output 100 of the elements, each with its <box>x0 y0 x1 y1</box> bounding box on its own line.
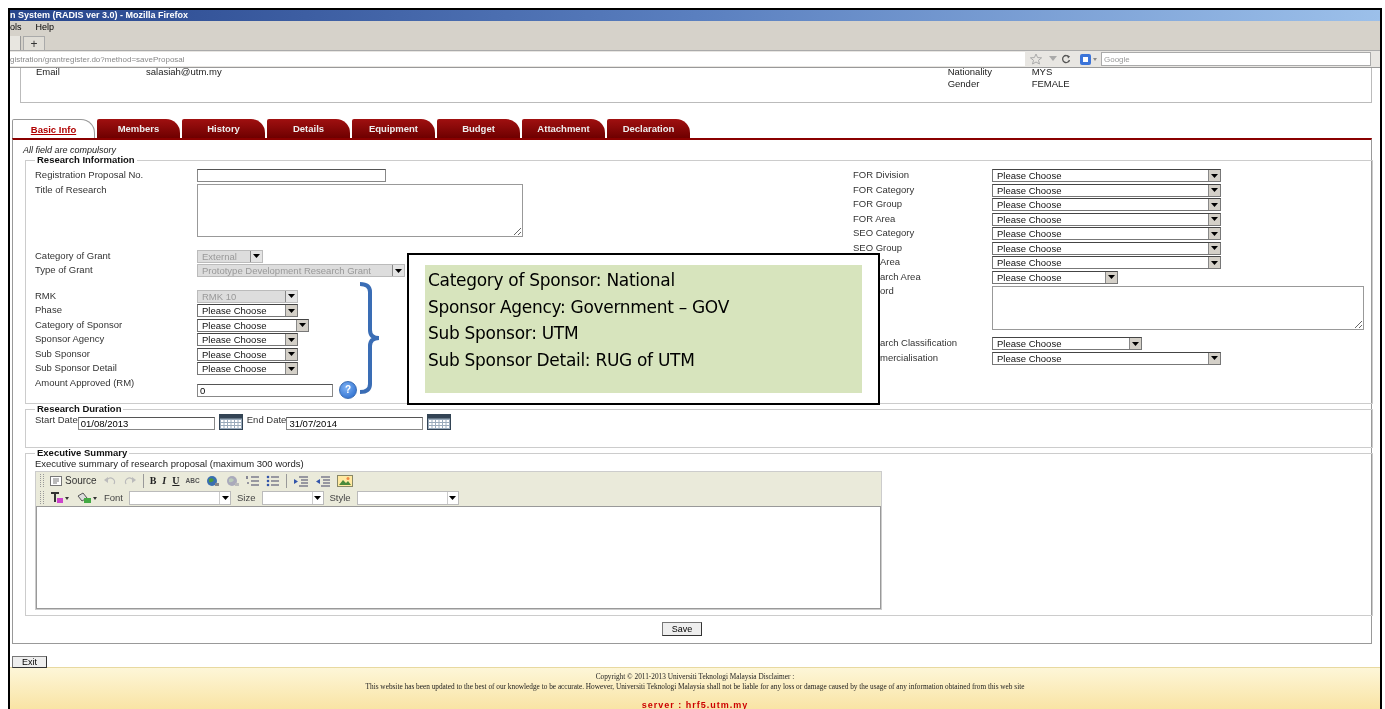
address-bar[interactable]: gistration/grantregister.do?method=saveProposal <box>10 52 1025 66</box>
field-label: ord <box>879 285 895 297</box>
field-label: SEO Category <box>853 227 916 239</box>
combo-field[interactable] <box>356 490 459 505</box>
search-engine-icon[interactable] <box>1080 53 1098 65</box>
field-label: Area <box>879 256 902 268</box>
combo-label: Style <box>329 492 351 503</box>
combo-label: Font <box>104 492 123 503</box>
select-field[interactable]: Please Choose <box>992 351 1221 365</box>
text-field[interactable] <box>197 169 386 182</box>
tab[interactable]: Basic Info <box>12 119 95 138</box>
tab[interactable]: Attachment <box>522 119 605 138</box>
field-label: arch Area <box>879 270 922 283</box>
select-field[interactable]: Please Choose <box>197 318 309 332</box>
bold-button[interactable]: B <box>149 475 157 486</box>
menu-item[interactable]: ols <box>10 21 22 34</box>
calendar-icon[interactable] <box>218 414 243 430</box>
caret-icon <box>314 495 321 500</box>
calendar-icon[interactable] <box>427 414 452 430</box>
source-button[interactable]: Source <box>50 475 97 486</box>
select-field[interactable]: Please Choose <box>992 198 1221 211</box>
numbered-list-icon[interactable] <box>245 474 260 487</box>
field-label: Category of Sponsor <box>35 318 124 331</box>
undo-icon[interactable] <box>102 475 117 486</box>
field-label: Nationality <box>947 66 993 78</box>
caret-icon <box>288 308 295 313</box>
field-label: Sub Sponsor <box>35 347 91 360</box>
outdent-icon[interactable] <box>292 474 309 487</box>
select-field[interactable]: Please Choose <box>992 256 1221 269</box>
section-legend: Research Duration <box>35 404 124 414</box>
caret-icon <box>1211 356 1218 360</box>
select-field[interactable]: Please Choose <box>197 362 298 375</box>
caret-icon <box>1211 246 1218 250</box>
select-field[interactable]: Please Choose <box>197 333 298 346</box>
dropdown-icon[interactable] <box>1049 56 1057 62</box>
search-field[interactable]: Google <box>1101 52 1371 66</box>
new-tab-button[interactable]: + <box>23 36 45 50</box>
field-label: Gender <box>947 78 981 90</box>
tab[interactable]: Equipment <box>352 119 435 138</box>
tab[interactable]: Details <box>267 119 350 138</box>
date-field[interactable]: 01/08/2013 <box>77 417 215 430</box>
field-label: SEO Group <box>853 241 904 254</box>
field-value: MYS <box>1031 66 1053 78</box>
redo-icon[interactable] <box>122 475 137 486</box>
caret-icon <box>1132 341 1139 346</box>
select-field[interactable]: Please Choose <box>992 337 1142 350</box>
combo-field[interactable] <box>129 490 231 505</box>
italic-button[interactable]: I <box>162 475 167 486</box>
text-area[interactable] <box>992 286 1364 330</box>
field-label: Title of Research <box>35 183 108 196</box>
background-color-icon[interactable] <box>76 491 98 504</box>
field-label: Type of Grant <box>35 264 94 276</box>
caret-icon <box>395 268 402 273</box>
field-label: End Date <box>246 414 287 425</box>
text-color-icon[interactable] <box>50 491 70 504</box>
date-field[interactable]: 31/07/2014 <box>286 417 424 430</box>
field-label: FOR Group <box>853 198 904 210</box>
caret-icon <box>1211 188 1218 192</box>
tab[interactable]: Members <box>97 119 180 138</box>
caret-icon <box>221 495 229 500</box>
field-label: Start Date <box>35 414 78 425</box>
caret-icon <box>1211 231 1218 236</box>
reload-icon[interactable] <box>1061 54 1071 64</box>
window-title: n System (RADIS ver 3.0) - Mozilla Firefox <box>10 10 189 20</box>
exit-button[interactable]: Exit <box>12 656 47 668</box>
select-field[interactable]: Please Choose <box>992 183 1221 197</box>
select-field[interactable]: Please Choose <box>992 241 1221 255</box>
select-field[interactable]: Please Choose <box>197 304 298 317</box>
underline-button[interactable]: U <box>172 475 180 486</box>
save-button[interactable]: Save <box>661 622 703 636</box>
image-icon[interactable] <box>336 474 353 487</box>
field-label: Email <box>36 66 61 78</box>
caret-icon <box>1211 217 1218 221</box>
select-field[interactable]: Please Choose <box>992 227 1221 240</box>
select-field[interactable]: Please Choose <box>992 270 1118 284</box>
bulleted-list-icon[interactable] <box>265 474 280 487</box>
combo-field[interactable] <box>261 490 324 505</box>
field-label: Category of Grant <box>35 249 112 262</box>
star-icon[interactable] <box>1029 53 1043 65</box>
callout-text: Category of Sponsor: National <box>428 269 676 292</box>
select-field[interactable]: Please Choose <box>992 212 1221 226</box>
tab[interactable]: Declaration <box>607 119 690 138</box>
amount-field[interactable]: 0 <box>197 383 333 397</box>
select-field[interactable]: Please Choose <box>992 169 1221 182</box>
callout-text: Sub Sponsor Detail: RUG of UTM <box>428 348 696 372</box>
tab[interactable]: Budget <box>437 119 520 138</box>
caret-icon <box>288 337 295 342</box>
indent-icon[interactable] <box>314 474 331 487</box>
hint-text: Executive summary of research proposal (maximum 300 words) <box>35 458 305 469</box>
note-text: All field are compulsory <box>23 146 118 155</box>
callout-text: Sub Sponsor: UTM <box>428 322 580 345</box>
field-label: Sponsor Agency <box>35 333 106 345</box>
caret-icon <box>288 352 295 356</box>
select-field[interactable]: Please Choose <box>197 347 298 361</box>
globe-icon[interactable] <box>205 474 220 487</box>
tab[interactable]: History <box>182 119 265 138</box>
browser-tab[interactable] <box>10 36 21 50</box>
globe-icon[interactable] <box>225 474 240 487</box>
menu-item[interactable]: Help <box>35 21 55 34</box>
section-legend: Research Information <box>35 155 137 165</box>
